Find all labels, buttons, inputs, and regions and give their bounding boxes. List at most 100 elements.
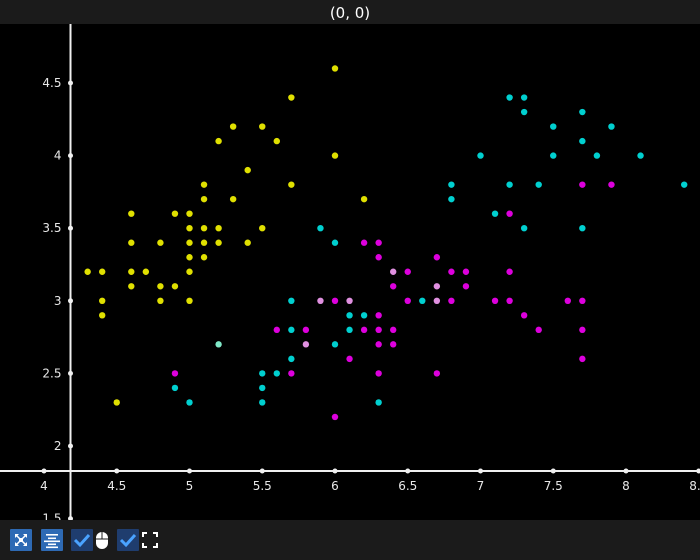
mouse-label	[95, 529, 117, 551]
data-point	[128, 268, 135, 275]
data-point	[419, 297, 426, 304]
y-tick	[68, 443, 73, 449]
fit-view-button[interactable]	[10, 529, 32, 551]
checkbox-1[interactable]	[71, 529, 93, 551]
data-point	[244, 239, 251, 246]
checkbox-2[interactable]	[117, 529, 139, 551]
y-tick-label: 1.5	[42, 512, 61, 520]
x-tick-label: 5	[186, 479, 194, 493]
data-point	[346, 297, 353, 304]
x-tick	[478, 468, 483, 474]
data-point	[477, 152, 484, 159]
data-point	[375, 326, 382, 334]
data-point	[331, 65, 339, 72]
data-point	[579, 355, 586, 363]
data-point	[360, 195, 368, 203]
data-point	[317, 297, 324, 304]
data-point	[433, 370, 441, 377]
x-tick	[114, 468, 120, 474]
plot-title: (0, 0)	[0, 0, 700, 24]
data-point	[360, 239, 368, 246]
data-point	[433, 283, 441, 290]
data-point	[506, 210, 513, 217]
x-tick-label: 6	[331, 479, 339, 493]
data-point	[259, 123, 266, 130]
fullscreen-button[interactable]	[141, 529, 163, 551]
data-point	[579, 297, 586, 304]
data-point	[331, 239, 339, 246]
data-point	[215, 137, 222, 145]
data-point	[608, 123, 615, 130]
data-point	[200, 239, 208, 246]
data-point	[229, 123, 237, 130]
y-tick-label: 4.5	[42, 76, 61, 90]
data-point	[331, 152, 339, 159]
data-point	[681, 181, 688, 188]
data-point	[200, 181, 208, 188]
data-point	[157, 297, 164, 304]
data-point	[390, 283, 397, 290]
x-tick	[187, 468, 192, 474]
x-tick-label: 5.5	[253, 479, 272, 493]
data-point	[128, 283, 135, 290]
data-point	[288, 297, 295, 304]
data-point	[288, 326, 295, 334]
data-point	[550, 152, 557, 159]
data-point	[448, 195, 455, 203]
data-point	[288, 181, 295, 188]
data-point	[259, 384, 266, 392]
data-point	[433, 297, 441, 304]
data-point	[273, 137, 280, 145]
data-point	[288, 355, 295, 363]
y-tick-label: 2.5	[42, 366, 61, 380]
data-point	[520, 94, 528, 101]
x-tick-label: 4.5	[107, 479, 126, 493]
y-tick-label: 3	[54, 294, 62, 308]
data-point	[506, 297, 513, 304]
data-point	[273, 370, 280, 377]
data-point	[579, 137, 586, 145]
align-center-icon	[44, 534, 60, 549]
x-tick	[332, 468, 338, 474]
data-point	[520, 225, 528, 232]
x-tick-label: 4	[40, 479, 48, 493]
data-point	[259, 399, 266, 406]
x-tick	[41, 468, 47, 474]
data-point	[346, 355, 353, 363]
x-tick	[405, 468, 411, 474]
align-center-button[interactable]	[41, 529, 63, 551]
data-point	[273, 326, 280, 334]
data-point	[84, 268, 91, 275]
data-point	[186, 254, 193, 261]
y-tick-label: 4	[54, 149, 62, 163]
data-point	[331, 413, 339, 421]
data-point	[360, 326, 368, 334]
data-point	[186, 268, 193, 275]
data-point	[186, 210, 193, 217]
toolbar	[0, 520, 700, 560]
data-point	[564, 297, 571, 304]
data-point	[375, 399, 382, 406]
data-point	[186, 239, 193, 246]
mouse-icon	[96, 532, 108, 549]
data-point	[375, 370, 382, 377]
data-point	[462, 283, 470, 290]
data-point	[608, 181, 615, 188]
plot-canvas[interactable]: 4 4.5 5 5.5 6 6.5 7 7.5 8 8.5 1.5 2 2.5 3 3.5 4 4.5	[0, 24, 700, 526]
data-point	[171, 210, 179, 217]
data-point	[448, 297, 455, 304]
data-point	[200, 195, 208, 203]
scatter-plot[interactable]: 4 4.5 5 5.5 6 6.5 7 7.5 8 8.5 1.5 2 2.5 3 3.5 4 4.5	[0, 24, 700, 526]
data-point	[99, 312, 106, 319]
data-point	[390, 268, 397, 275]
data-point	[448, 181, 455, 188]
data-point	[579, 326, 586, 334]
y-tick	[68, 153, 73, 159]
data-point	[346, 312, 353, 319]
data-point	[404, 297, 411, 304]
data-point	[186, 399, 193, 406]
data-point	[375, 254, 382, 261]
data-point	[259, 225, 266, 232]
y-tick	[68, 370, 73, 376]
data-point	[535, 181, 542, 188]
